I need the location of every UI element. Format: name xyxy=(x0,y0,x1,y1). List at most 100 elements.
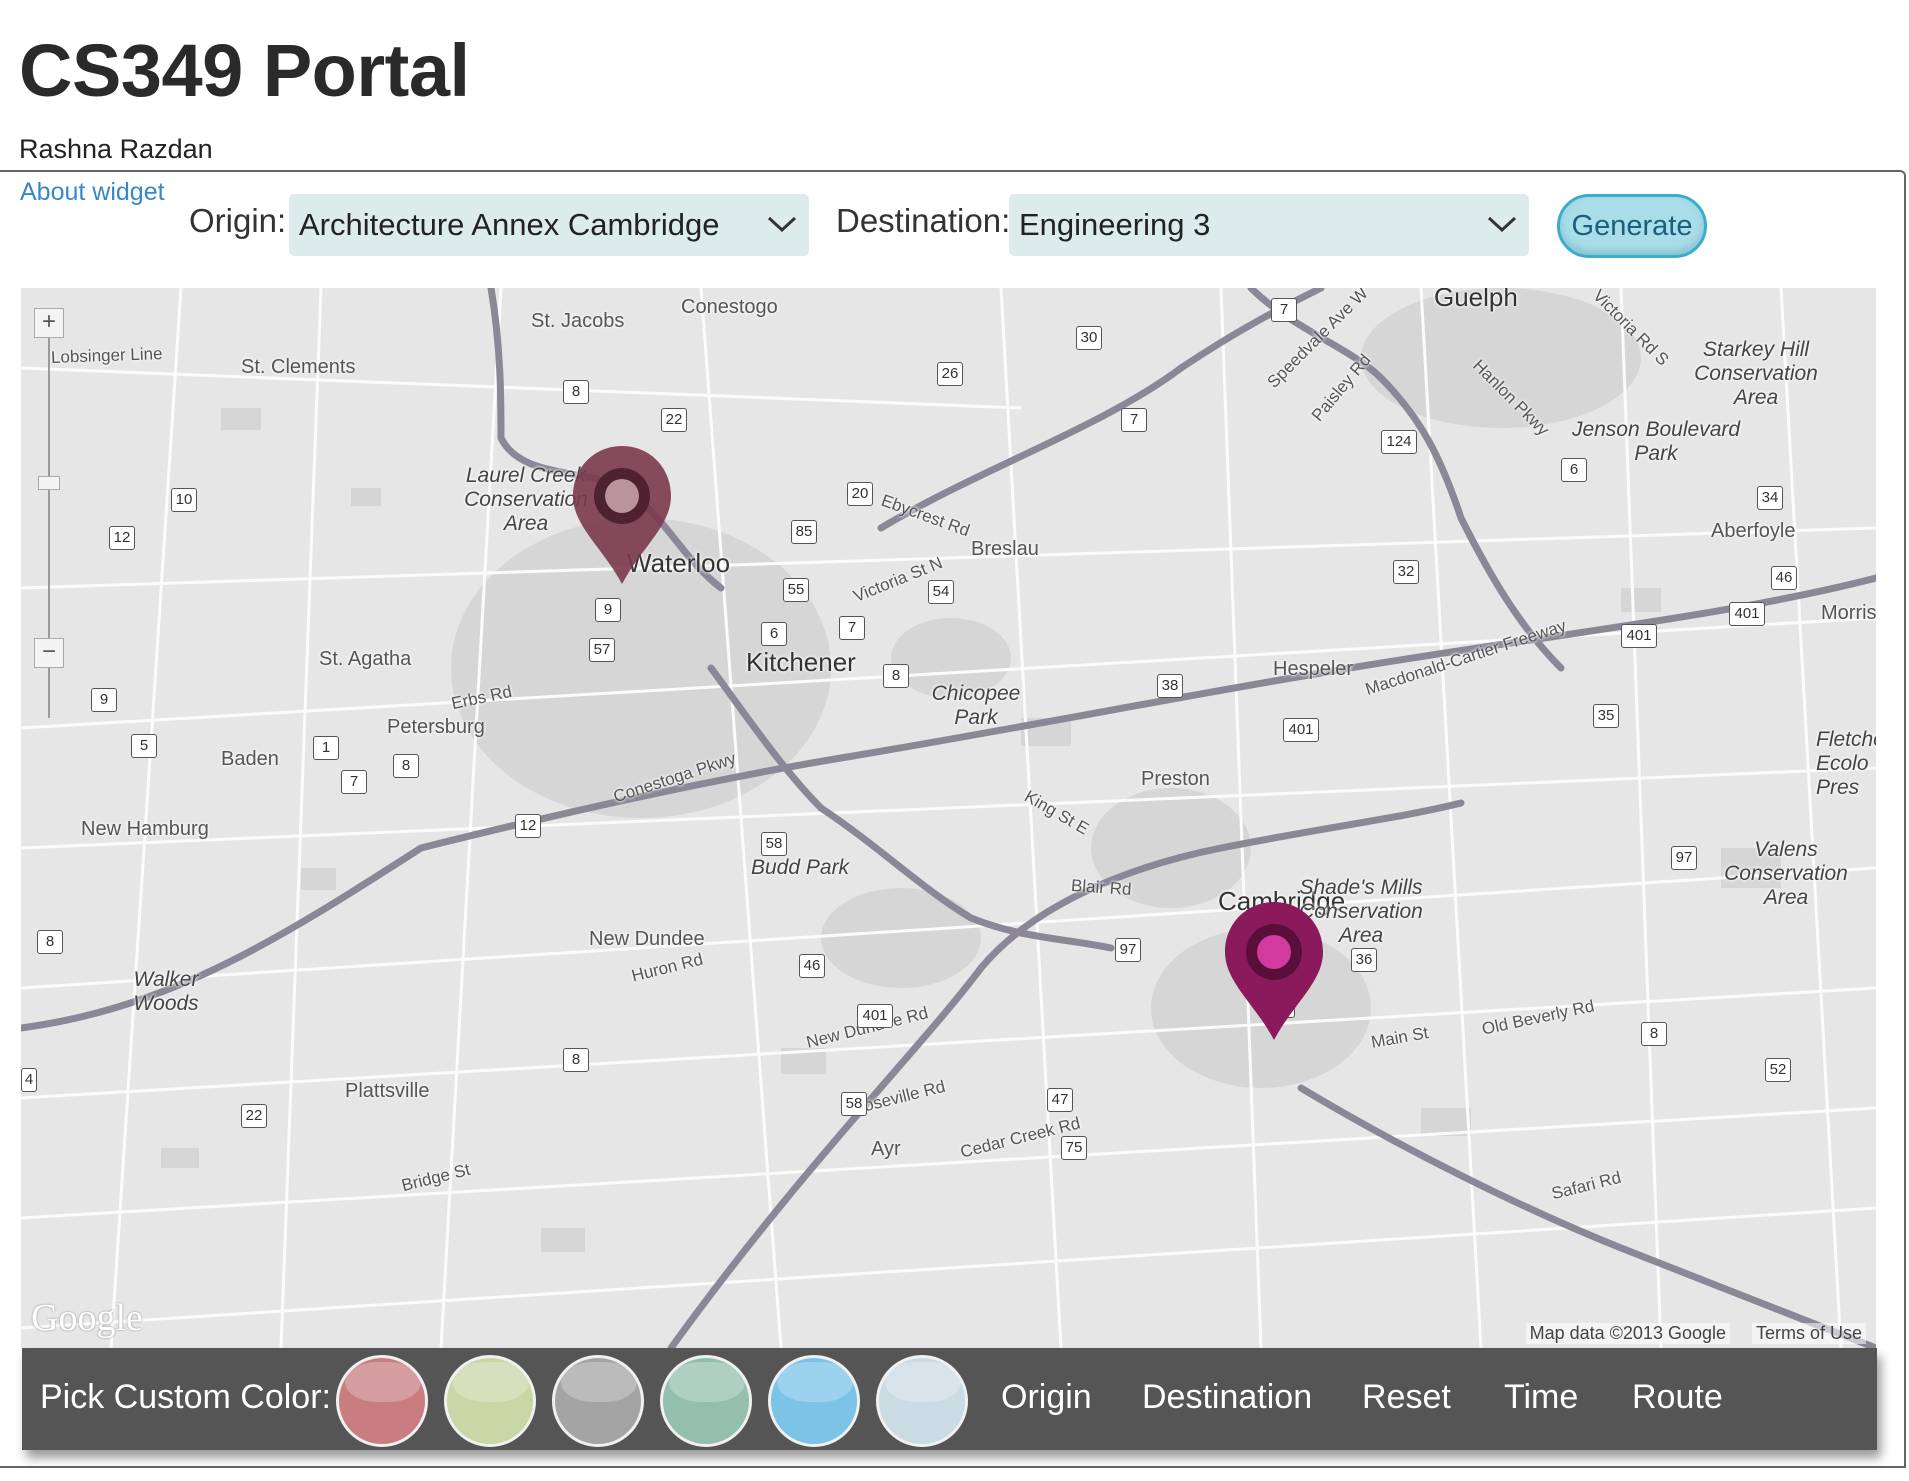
highway-shield: 7 xyxy=(1271,298,1297,322)
highway-shield: 8 xyxy=(393,754,419,778)
origin-marker-icon[interactable] xyxy=(569,444,675,586)
highway-shield: 7 xyxy=(341,770,367,794)
city-label: Aberfoyle xyxy=(1711,520,1796,542)
city-label: Preston xyxy=(1141,768,1210,790)
highway-shield: 8 xyxy=(883,664,909,688)
city-label: New Dundee xyxy=(589,928,705,950)
park-label: Budd Park xyxy=(751,856,850,879)
highway-shield: 97 xyxy=(1671,846,1697,870)
park-label: Jenson Boulevard Park xyxy=(1571,418,1741,465)
destination-select[interactable]: Engineering 3 xyxy=(1009,194,1529,256)
terms-of-use-link[interactable]: Terms of Use xyxy=(1751,1323,1866,1344)
city-label: St. Agatha xyxy=(319,648,412,670)
origin-select-value: Architecture Annex Cambridge xyxy=(299,207,720,242)
highway-shield: 9 xyxy=(595,598,621,622)
route-button[interactable]: Route xyxy=(1632,1378,1723,1417)
highway-shield: 34 xyxy=(1757,486,1783,510)
color-swatch-light-blue[interactable] xyxy=(876,1355,968,1447)
highway-shield: 75 xyxy=(1061,1136,1087,1160)
highway-shield: 401 xyxy=(1283,718,1319,742)
chevron-down-icon xyxy=(1487,216,1517,233)
city-label: Baden xyxy=(221,748,279,770)
highway-shield: 38 xyxy=(1157,674,1183,698)
highway-shield: 22 xyxy=(661,408,687,432)
origin-label: Origin: xyxy=(189,202,287,239)
color-swatch-blue[interactable] xyxy=(768,1355,860,1447)
highway-shield: 9 xyxy=(91,688,117,712)
city-label: New Hamburg xyxy=(81,818,209,840)
highway-shield: 10 xyxy=(171,488,197,512)
highway-shield: 4 xyxy=(21,1068,37,1092)
city-label: Petersburg xyxy=(387,716,485,738)
park-label: Chicopee Park xyxy=(931,682,1021,729)
color-swatch-gray[interactable] xyxy=(552,1355,644,1447)
highway-shield: 6 xyxy=(761,622,787,646)
map-attribution: Map data ©2013 Google xyxy=(1525,1323,1730,1344)
zoom-slider-handle[interactable] xyxy=(38,476,60,490)
city-label: Guelph xyxy=(1434,288,1518,312)
highway-shield: 22 xyxy=(241,1104,267,1128)
road-label: Lobsinger Line xyxy=(50,344,163,367)
city-label: St. Clements xyxy=(241,356,356,378)
highway-shield: 54 xyxy=(928,580,954,604)
time-button[interactable]: Time xyxy=(1504,1378,1578,1417)
city-label: Breslau xyxy=(971,538,1039,560)
highway-shield: 36 xyxy=(1351,948,1377,972)
city-label: Ayr xyxy=(871,1138,901,1160)
highway-shield: 12 xyxy=(109,526,135,550)
about-widget-link[interactable]: About widget xyxy=(20,178,165,207)
park-label: Fletche Ecolo Pres xyxy=(1816,728,1876,799)
reset-button[interactable]: Reset xyxy=(1362,1378,1451,1417)
park-label: Valens Conservation Area xyxy=(1724,838,1848,909)
city-label: Conestogo xyxy=(681,296,778,318)
bottom-toolbar: Pick Custom Color: Origin Destination Re… xyxy=(22,1348,1877,1450)
page-title: CS349 Portal xyxy=(19,29,470,112)
road-label: Blair Rd xyxy=(1070,875,1133,900)
zoom-in-button[interactable]: + xyxy=(34,308,64,338)
highway-shield: 97 xyxy=(1115,938,1141,962)
highway-shield: 52 xyxy=(1765,1058,1791,1082)
highway-shield: 46 xyxy=(799,954,825,978)
city-label: Plattsville xyxy=(345,1080,430,1102)
destination-button[interactable]: Destination xyxy=(1142,1378,1312,1417)
destination-select-value: Engineering 3 xyxy=(1019,207,1211,242)
color-swatch-teal[interactable] xyxy=(660,1355,752,1447)
origin-button[interactable]: Origin xyxy=(1001,1378,1092,1417)
destination-marker-icon[interactable] xyxy=(1221,900,1327,1042)
highway-shield: 124 xyxy=(1381,430,1417,454)
highway-shield: 57 xyxy=(589,638,615,662)
highway-shield: 26 xyxy=(937,362,963,386)
destination-label: Destination: xyxy=(836,202,1011,239)
color-swatch-green[interactable] xyxy=(444,1355,536,1447)
highway-shield: 58 xyxy=(841,1092,867,1116)
highway-shield: 85 xyxy=(791,520,817,544)
highway-shield: 35 xyxy=(1593,704,1619,728)
origin-select[interactable]: Architecture Annex Cambridge xyxy=(289,194,809,256)
city-label: Hespeler xyxy=(1273,658,1354,680)
park-label: Starkey Hill Conservation Area xyxy=(1694,338,1818,409)
color-swatch-red[interactable] xyxy=(336,1355,428,1447)
city-label: Kitchener xyxy=(746,647,856,677)
map-view[interactable]: + − Guelph Waterloo Kitchener Cambridge … xyxy=(21,288,1876,1348)
highway-shield: 30 xyxy=(1076,326,1102,350)
highway-shield: 47 xyxy=(1047,1088,1073,1112)
user-name: Rashna Razdan xyxy=(19,134,213,164)
highway-shield: 7 xyxy=(839,616,865,640)
zoom-control: + − xyxy=(34,308,64,728)
highway-shield: 12 xyxy=(515,814,541,838)
generate-button[interactable]: Generate xyxy=(1557,194,1707,258)
highway-shield: 5 xyxy=(131,734,157,758)
highway-shield: 20 xyxy=(847,482,873,506)
highway-shield: 58 xyxy=(761,832,787,856)
highway-shield: 401 xyxy=(1621,624,1657,648)
highway-shield: 46 xyxy=(1771,566,1797,590)
highway-shield: 6 xyxy=(1561,458,1587,482)
highway-shield: 401 xyxy=(1729,602,1765,626)
highway-shield: 401 xyxy=(857,1004,893,1028)
park-label: Walker Woods xyxy=(133,968,199,1015)
city-label: St. Jacobs xyxy=(531,310,625,332)
city-label: Morrist xyxy=(1821,602,1876,624)
zoom-out-button[interactable]: − xyxy=(34,638,64,668)
highway-shield: 32 xyxy=(1393,560,1419,584)
highway-shield: 55 xyxy=(783,578,809,602)
